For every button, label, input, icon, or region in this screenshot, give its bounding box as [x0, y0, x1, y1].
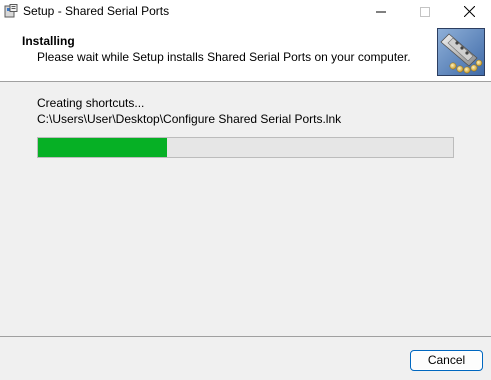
serial-connector-icon [437, 28, 485, 76]
installer-icon [4, 4, 18, 18]
minimize-icon [376, 11, 386, 12]
progress-fill [38, 138, 167, 157]
close-icon [463, 6, 475, 17]
close-button[interactable] [447, 0, 491, 23]
page-subtitle: Please wait while Setup installs Shared … [37, 50, 411, 64]
setup-window: Setup - Shared Serial Ports Installing P… [0, 0, 491, 380]
footer-divider [0, 336, 491, 337]
title-bar[interactable]: Setup - Shared Serial Ports [0, 0, 491, 23]
window-title: Setup - Shared Serial Ports [23, 4, 170, 18]
install-progress-bar [37, 137, 454, 158]
status-label: Creating shortcuts... [37, 96, 145, 110]
maximize-icon [420, 6, 430, 17]
minimize-button[interactable] [359, 0, 403, 23]
maximize-button[interactable] [403, 0, 447, 23]
wizard-header: Installing Please wait while Setup insta… [0, 23, 491, 82]
cancel-button[interactable]: Cancel [410, 350, 483, 371]
page-title: Installing [22, 34, 75, 48]
status-file-path: C:\Users\User\Desktop\Configure Shared S… [37, 112, 342, 126]
